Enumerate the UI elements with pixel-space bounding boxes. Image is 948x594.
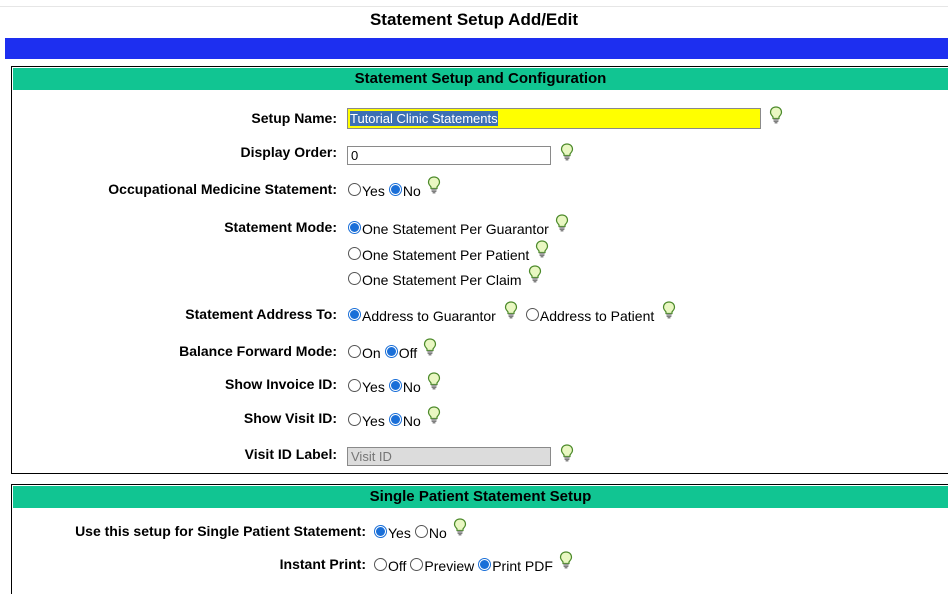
display-order-input[interactable] <box>347 146 551 165</box>
radio-button[interactable] <box>348 307 361 321</box>
address-to-patient[interactable]: Address to Patient <box>525 306 654 324</box>
statement-mode-option-1[interactable]: One Statement Per Guarantor <box>348 218 569 237</box>
lightbulb-icon[interactable] <box>535 240 549 258</box>
radio-button[interactable] <box>348 344 361 358</box>
radio-button[interactable] <box>348 246 361 260</box>
radio-button[interactable] <box>348 412 361 426</box>
lightbulb-icon[interactable] <box>423 338 437 356</box>
balance-forward-options: On Off <box>348 342 437 361</box>
balance-forward-on[interactable]: On <box>348 343 381 361</box>
lightbulb-icon[interactable] <box>769 106 783 124</box>
instant-print-pdf[interactable]: Print PDF <box>478 556 553 574</box>
occ-med-yes[interactable]: Yes <box>348 181 385 199</box>
show-invoice-no[interactable]: No <box>388 377 421 395</box>
lightbulb-icon[interactable] <box>555 214 569 232</box>
display-order-label: Display Order: <box>240 144 337 160</box>
use-setup-no[interactable]: No <box>414 523 447 541</box>
radio-button[interactable] <box>388 378 402 392</box>
visit-id-label-row <box>347 447 574 466</box>
show-invoice-label: Show Invoice ID: <box>224 376 337 392</box>
display-order-row <box>347 146 574 165</box>
radio-button[interactable] <box>348 220 361 234</box>
statement-mode-option-3[interactable]: One Statement Per Claim <box>348 269 542 288</box>
radio-button[interactable] <box>348 182 361 196</box>
radio-button[interactable] <box>525 307 539 321</box>
address-to-guarantor[interactable]: Address to Guarantor <box>348 306 496 324</box>
use-setup-yes[interactable]: Yes <box>374 523 411 541</box>
radio-button[interactable] <box>348 378 361 392</box>
show-invoice-options: Yes No <box>348 376 441 395</box>
top-divider <box>0 6 948 7</box>
lightbulb-icon[interactable] <box>504 301 518 319</box>
instant-print-off[interactable]: Off <box>374 556 406 574</box>
show-visit-yes[interactable]: Yes <box>348 411 385 429</box>
instant-print-label: Instant Print: <box>279 556 366 572</box>
setup-name-label: Setup Name: <box>251 110 337 126</box>
show-visit-no[interactable]: No <box>388 411 421 429</box>
setup-name-value: Tutorial Clinic Statements <box>350 111 498 126</box>
setup-name-field[interactable]: Tutorial Clinic Statements <box>347 108 761 129</box>
lightbulb-icon[interactable] <box>560 143 574 161</box>
address-to-label: Statement Address To: <box>185 306 337 322</box>
show-invoice-yes[interactable]: Yes <box>348 377 385 395</box>
lightbulb-icon[interactable] <box>427 406 441 424</box>
statement-mode-label: Statement Mode: <box>224 219 337 235</box>
lightbulb-icon[interactable] <box>560 444 574 462</box>
statement-mode-option-2[interactable]: One Statement Per Patient <box>348 244 549 263</box>
lightbulb-icon[interactable] <box>528 265 542 283</box>
occ-med-no[interactable]: No <box>388 181 421 199</box>
radio-button[interactable] <box>410 557 424 571</box>
show-visit-label: Show Visit ID: <box>243 410 337 426</box>
instant-print-options: Off Preview Print PDF <box>374 555 573 574</box>
radio-button[interactable] <box>414 524 428 538</box>
use-setup-label: Use this setup for Single Patient Statem… <box>75 523 366 539</box>
lightbulb-icon[interactable] <box>662 301 676 319</box>
visit-id-label-input <box>347 447 551 466</box>
radio-button[interactable] <box>478 557 492 571</box>
radio-button[interactable] <box>374 557 387 571</box>
visit-id-label-label: Visit ID Label: <box>244 446 337 462</box>
lightbulb-icon[interactable] <box>559 551 573 569</box>
radio-button[interactable] <box>374 524 387 538</box>
lightbulb-icon[interactable] <box>427 372 441 390</box>
radio-button[interactable] <box>388 412 402 426</box>
radio-button[interactable] <box>388 182 402 196</box>
radio-button[interactable] <box>384 344 398 358</box>
lightbulb-icon[interactable] <box>427 176 441 194</box>
lightbulb-icon[interactable] <box>453 518 467 536</box>
section-header: Statement Setup and Configuration <box>13 68 948 90</box>
address-to-options: Address to Guarantor Address to Patient <box>348 305 676 324</box>
balance-forward-label: Balance Forward Mode: <box>179 343 337 359</box>
section-header: Single Patient Statement Setup <box>13 486 948 508</box>
page-title: Statement Setup Add/Edit <box>369 10 579 29</box>
occ-med-label: Occupational Medicine Statement: <box>108 181 337 197</box>
balance-forward-off[interactable]: Off <box>384 343 417 361</box>
single-patient-panel: Single Patient Statement Setup <box>11 484 948 594</box>
instant-print-preview[interactable]: Preview <box>410 556 474 574</box>
occ-med-options: Yes No <box>348 180 441 199</box>
use-setup-options: Yes No <box>374 522 467 541</box>
setup-name-row: Tutorial Clinic Statements <box>347 108 783 129</box>
header-bar <box>5 38 948 59</box>
radio-button[interactable] <box>348 271 361 285</box>
show-visit-options: Yes No <box>348 410 441 429</box>
